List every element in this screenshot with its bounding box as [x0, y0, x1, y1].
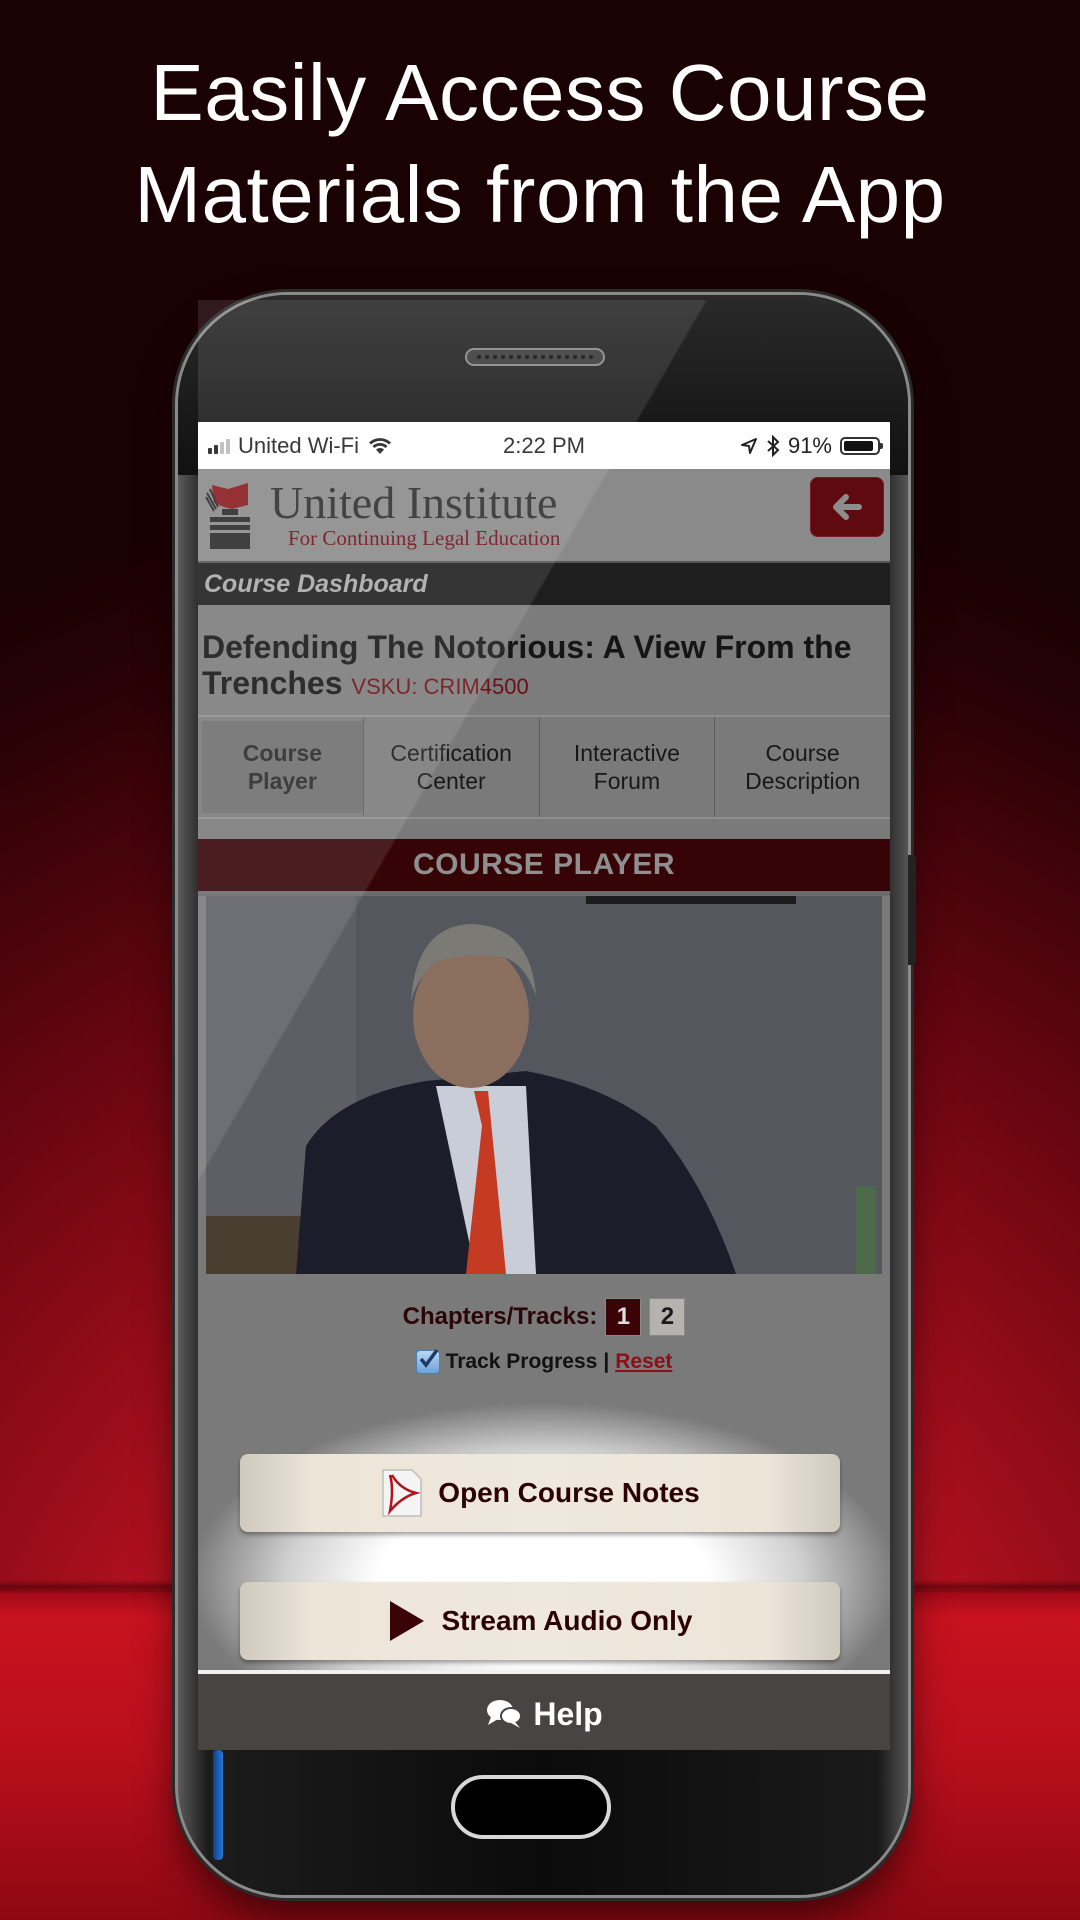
stream-audio-button[interactable]: Stream Audio Only	[240, 1582, 840, 1660]
location-arrow-icon	[740, 437, 757, 454]
checkmark-icon	[419, 1348, 438, 1368]
tab-course-player[interactable]: Course Player	[202, 721, 363, 813]
signal-strength-icon	[208, 438, 230, 454]
tab-label-line2: Forum	[593, 768, 661, 794]
status-bar: United Wi-Fi 2:22 PM 91%	[198, 422, 890, 469]
battery-icon	[840, 436, 883, 455]
phone-edge-reflection	[213, 1750, 223, 1860]
help-bar[interactable]: Help	[198, 1670, 890, 1750]
earpiece-speaker-icon	[465, 348, 605, 366]
phone-side-button	[908, 855, 916, 965]
video-frame-speaker	[206, 896, 882, 1274]
track-progress-label: Track Progress	[445, 1350, 598, 1373]
course-title: Defending The Notorious: A View From the…	[202, 629, 886, 705]
chapters-tracks: Chapters/Tracks: 1 2	[198, 1298, 890, 1336]
back-button[interactable]	[810, 477, 884, 537]
course-vsku: VSKU: CRIM4500	[351, 674, 529, 699]
tab-label-line1: Certification	[390, 740, 512, 766]
open-course-notes-button[interactable]: Open Course Notes	[240, 1454, 840, 1532]
video-player[interactable]	[206, 896, 882, 1274]
wifi-icon	[369, 437, 392, 454]
brand-logo: United Institute For Continuing Legal Ed…	[270, 477, 561, 551]
bluetooth-icon	[767, 434, 780, 457]
chat-bubbles-icon	[487, 1700, 523, 1728]
dashboard-label: Course Dashboard	[204, 569, 428, 598]
app-header: United Institute For Continuing Legal Ed…	[198, 469, 890, 563]
tab-label-line2: Center	[416, 768, 486, 794]
tab-label-line1: Interactive	[573, 740, 680, 766]
course-title-section: Defending The Notorious: A View From the…	[198, 605, 890, 715]
tab-interactive-forum[interactable]: Interactive Forum	[538, 717, 715, 817]
tab-label-line2: Player	[247, 768, 317, 794]
chapters-label: Chapters/Tracks:	[402, 1303, 598, 1330]
track-progress-checkbox[interactable]	[415, 1348, 440, 1374]
app-screen: United Wi-Fi 2:22 PM 91% United Institut…	[198, 422, 890, 1750]
course-tabs: Course Player Certification Center Interac…	[198, 715, 890, 819]
reset-link[interactable]: Reset	[615, 1350, 672, 1374]
battery-level-fill	[844, 440, 874, 451]
headline-line-1: Easily Access Course	[150, 48, 930, 137]
brand-subtitle: For Continuing Legal Education	[288, 526, 561, 550]
help-label: Help	[533, 1695, 603, 1732]
open-course-notes-label: Open Course Notes	[438, 1477, 700, 1508]
battery-percent: 91%	[787, 432, 832, 458]
tab-course-description[interactable]: Course Description	[714, 717, 890, 817]
course-player-header: COURSE PLAYER	[198, 839, 890, 896]
course-dashboard-bar: Course Dashboard	[198, 563, 890, 605]
tab-label-line2: Description	[745, 768, 861, 794]
brand-title: United Institute	[270, 477, 558, 528]
carrier-name: United Wi-Fi	[238, 432, 360, 458]
track-progress-row: Track Progress | Reset	[198, 1348, 890, 1374]
chapter-button-2[interactable]: 2	[649, 1298, 686, 1336]
headline-line-2: Materials from the App	[134, 150, 946, 239]
tab-label-line1: Course	[242, 740, 322, 766]
chapter-button-1[interactable]: 1	[605, 1298, 642, 1336]
arrow-left-icon	[833, 494, 862, 520]
tab-label-line1: Course	[765, 740, 840, 766]
play-icon	[390, 1601, 425, 1641]
promo-headline: Easily Access Course Materials from the …	[0, 42, 1080, 246]
pdf-icon	[382, 1469, 423, 1517]
stream-audio-label: Stream Audio Only	[441, 1605, 693, 1636]
course-player-title: COURSE PLAYER	[412, 848, 676, 881]
tab-certification-center[interactable]: Certification Center	[362, 717, 539, 817]
home-button[interactable]	[451, 1775, 611, 1839]
book-lectern-logo-icon	[205, 483, 250, 549]
separator: |	[603, 1350, 610, 1373]
